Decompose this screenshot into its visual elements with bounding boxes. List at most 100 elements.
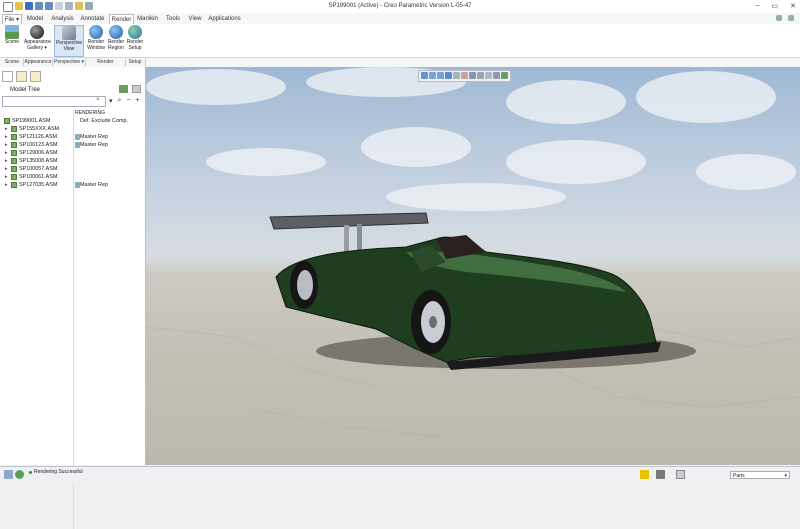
tree-row[interactable]: ▸ SP100057.ASM xyxy=(0,165,145,173)
favorites-tab-icon[interactable] xyxy=(30,71,41,82)
find-status-icon[interactable] xyxy=(656,470,665,479)
tree-row[interactable]: ▸ SP129006.ASM xyxy=(0,149,145,157)
render-region-button[interactable]: Render Region xyxy=(107,25,125,51)
view-manager-icon[interactable] xyxy=(469,72,476,79)
chevron-down-icon: ▾ xyxy=(784,473,787,479)
group-appearance: Appearance xyxy=(24,59,52,65)
show-browser-icon[interactable] xyxy=(15,470,24,479)
assembly-icon xyxy=(4,118,10,124)
expand-arrow-icon[interactable]: ▸ xyxy=(5,125,8,133)
group-setup: Setup xyxy=(128,59,142,65)
window-layout-icon[interactable] xyxy=(676,470,685,479)
regen-status-icon[interactable] xyxy=(640,470,649,479)
tab-manikin[interactable]: Manikin xyxy=(135,14,160,24)
find-icon[interactable]: ⌕ xyxy=(118,97,122,105)
window-title: SP199001 (Active) - Creo Parametric Vers… xyxy=(328,3,472,9)
settings-icon[interactable] xyxy=(132,85,141,93)
assembly-icon xyxy=(11,174,17,180)
help-icons xyxy=(776,15,794,21)
appearance-gallery-button[interactable]: Appearance Gallery ▾ xyxy=(24,25,51,51)
group-scene: Scene xyxy=(4,59,20,65)
model-tree-label: Model Tree xyxy=(10,87,41,93)
selection-filter-dropdown[interactable]: Parts ▾ xyxy=(730,471,790,479)
tab-tools[interactable]: Tools xyxy=(163,14,183,24)
scene-button[interactable]: Scene xyxy=(2,25,22,46)
tab-model[interactable]: Model xyxy=(24,14,46,24)
display-style-icon[interactable] xyxy=(453,72,460,79)
repaint-icon[interactable] xyxy=(445,72,452,79)
graphics-viewport[interactable] xyxy=(146,67,800,465)
tab-applications[interactable]: Applications xyxy=(207,14,242,24)
tree-filters-icon[interactable] xyxy=(119,85,128,93)
assembly-icon xyxy=(11,134,17,140)
rendered-scene xyxy=(146,67,800,438)
navigator-panel: Model Tree × ▾ ⌕ − + RENDERING SP199001.… xyxy=(0,67,146,529)
group-render: Render xyxy=(97,59,114,65)
clouds xyxy=(146,67,796,211)
assembly-icon xyxy=(11,126,17,132)
dropdown-icon[interactable]: ▾ xyxy=(109,97,113,105)
group-perspective[interactable]: Perspective ▾ xyxy=(53,59,85,66)
maximize-button[interactable]: ▭ xyxy=(772,2,779,10)
appearance-sphere-icon xyxy=(30,25,44,39)
assembly-icon xyxy=(11,166,17,172)
collapse-icon[interactable]: − xyxy=(126,97,130,105)
assembly-icon xyxy=(11,158,17,164)
expand-arrow-icon[interactable]: ▸ xyxy=(5,141,8,149)
group-separator xyxy=(145,59,146,66)
minimize-button[interactable]: – xyxy=(756,2,760,10)
window-controls: – ▭ ✕ xyxy=(756,2,796,10)
model-tree-tools xyxy=(119,85,141,93)
saved-views-icon[interactable] xyxy=(461,72,468,79)
view-toolbar xyxy=(418,70,511,82)
tab-view[interactable]: View xyxy=(186,14,204,24)
render-window-button[interactable]: Render Window xyxy=(86,25,106,51)
expand-arrow-icon[interactable]: ▸ xyxy=(5,165,8,173)
model-tree-tab-icon[interactable] xyxy=(2,71,13,82)
render-setup-button[interactable]: Render Setup xyxy=(126,25,144,51)
tree-row[interactable]: ▸ SP155XXX.ASM xyxy=(0,125,145,133)
title-bar: SP199001 (Active) - Creo Parametric Vers… xyxy=(0,0,800,14)
add-column-icon[interactable]: + xyxy=(136,97,140,105)
status-bar: Rendering Successful Parts ▾ xyxy=(0,466,800,484)
zoom-in-icon[interactable] xyxy=(429,72,436,79)
render-region-icon xyxy=(109,25,123,39)
expand-arrow-icon[interactable]: ▸ xyxy=(5,149,8,157)
assembly-icon xyxy=(11,150,17,156)
clear-search-icon[interactable]: × xyxy=(96,97,100,103)
folder-browser-tab-icon[interactable] xyxy=(16,71,27,82)
expand-arrow-icon[interactable]: ▸ xyxy=(5,181,8,189)
status-message: Rendering Successful xyxy=(34,469,83,475)
spin-center-icon[interactable] xyxy=(501,72,508,79)
search-input[interactable] xyxy=(2,96,106,107)
datum-display-icon[interactable] xyxy=(493,72,500,79)
assembly-icon xyxy=(11,142,17,148)
tree-row[interactable]: ▸ SP100061.ASM xyxy=(0,173,145,181)
help-icon[interactable] xyxy=(788,15,794,21)
close-button[interactable]: ✕ xyxy=(790,2,796,10)
navigator-tabs xyxy=(2,71,41,82)
ribbon: Scene Appearance Gallery ▾ Perspective V… xyxy=(0,24,800,57)
status-dot-icon xyxy=(29,471,32,474)
tree-row[interactable]: ▸ SP121126.ASM Master Rep xyxy=(0,133,145,141)
expand-arrow-icon[interactable]: ▸ xyxy=(5,157,8,165)
rendering-column-header[interactable]: RENDERING xyxy=(75,110,105,116)
tab-analysis[interactable]: Analysis xyxy=(49,14,76,24)
render-setup-icon xyxy=(128,25,142,39)
minimize-ribbon-icon[interactable] xyxy=(776,15,782,21)
annotation-display-icon[interactable] xyxy=(485,72,492,79)
refit-icon[interactable] xyxy=(421,72,428,79)
expand-arrow-icon[interactable]: ▸ xyxy=(5,173,8,181)
tree-row-root[interactable]: SP199001.ASM Def. Exclude Comp. xyxy=(0,117,145,125)
render-window-icon xyxy=(89,25,103,39)
perspective-icon[interactable] xyxy=(477,72,484,79)
tree-row[interactable]: ▸ SP100123.ASM Master Rep xyxy=(0,141,145,149)
tab-annotate[interactable]: Annotate xyxy=(79,14,106,24)
zoom-out-icon[interactable] xyxy=(437,72,444,79)
perspective-view-button[interactable]: Perspective View xyxy=(54,25,84,57)
expand-arrow-icon[interactable]: ▸ xyxy=(5,133,8,141)
tree-row[interactable]: ▸ SP135008.ASM xyxy=(0,157,145,165)
show-navigator-icon[interactable] xyxy=(4,470,13,479)
tree-row[interactable]: ▸ SP127035.ASM Master Rep xyxy=(0,181,145,189)
search-tools: ▾ ⌕ − + xyxy=(109,97,140,105)
